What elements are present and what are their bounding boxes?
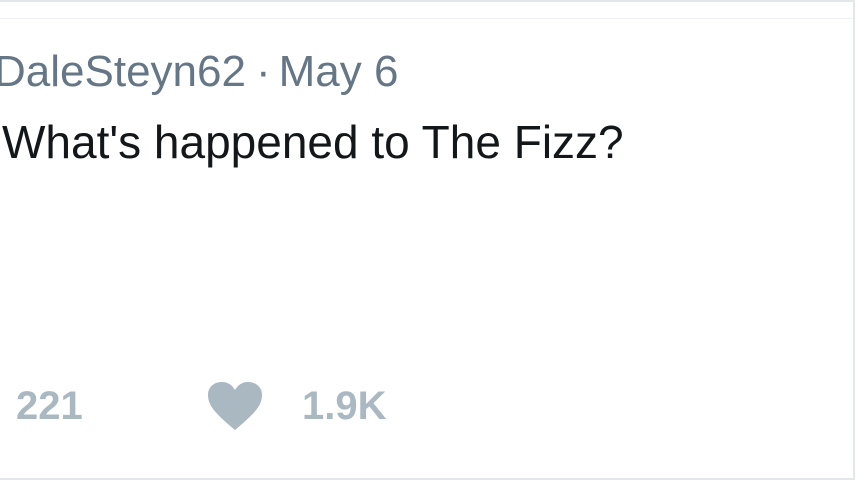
header-separator: ·: [255, 47, 271, 96]
retweet-count: 221: [16, 384, 83, 428]
tweet-card: DaleSteyn62 · May 6 What's happened to The…: [0, 0, 855, 480]
tweet-text: What's happened to The Fizz?: [2, 116, 624, 168]
like-button[interactable]: 1.9K: [206, 376, 387, 436]
tweet-actions: 221 1.9K: [0, 376, 700, 436]
tweet-date[interactable]: May 6: [279, 47, 399, 96]
retweet-button[interactable]: 221: [16, 376, 83, 436]
like-count: 1.9K: [302, 384, 387, 428]
divider: [0, 18, 852, 19]
tweet-header: DaleSteyn62 · May 6: [0, 46, 398, 98]
heart-icon: [208, 382, 262, 430]
author-handle[interactable]: DaleSteyn62: [0, 47, 246, 96]
